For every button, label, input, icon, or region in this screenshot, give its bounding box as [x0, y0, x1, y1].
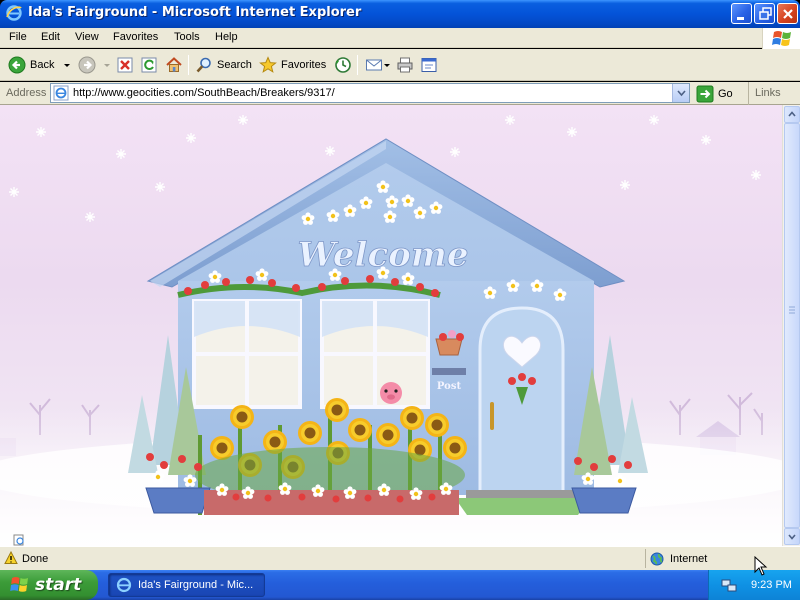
page-content: Welcome Post [0, 105, 782, 546]
close-icon [783, 9, 793, 19]
forward-arrow-icon [78, 56, 96, 74]
network-icon[interactable] [721, 577, 737, 593]
dropdown-arrow-icon [384, 64, 390, 67]
toolbar-separator [357, 55, 358, 75]
fairground-house-illustration: Welcome Post [0, 114, 782, 546]
menu-tools[interactable]: Tools [171, 30, 203, 44]
restore-button[interactable] [754, 3, 775, 24]
favorites-label: Favorites [281, 59, 327, 71]
globe-icon [650, 552, 664, 565]
refresh-button[interactable] [141, 54, 157, 76]
mail-icon [366, 59, 382, 71]
go-label: Go [718, 87, 733, 100]
back-arrow-icon [8, 56, 26, 74]
standard-toolbar: Back Search Favorites [0, 49, 800, 81]
windows-logo-icon [10, 577, 28, 592]
mailbox-label: Post [437, 381, 462, 392]
scroll-thumb[interactable] [784, 123, 800, 528]
refresh-icon [141, 57, 157, 73]
minimize-icon [737, 17, 744, 20]
ie-logo-icon [6, 5, 22, 21]
vertical-scrollbar[interactable] [782, 105, 800, 546]
status-text: Done [22, 553, 49, 565]
address-input[interactable] [73, 87, 663, 99]
menu-file[interactable]: File [6, 30, 30, 44]
window-title-bar[interactable]: Ida's Fairground - Microsoft Internet Ex… [0, 0, 800, 28]
edit-page-icon [421, 58, 437, 72]
ie-logo-icon [116, 577, 132, 593]
printer-icon [397, 57, 413, 73]
grip-icon [789, 306, 795, 314]
pink-pig-character [380, 382, 402, 404]
back-button[interactable]: Back [8, 54, 72, 76]
history-icon [335, 57, 351, 73]
home-button[interactable] [165, 54, 183, 76]
links-button[interactable]: Links [748, 82, 781, 105]
scroll-up-button[interactable] [784, 106, 800, 123]
go-arrow-icon [696, 85, 714, 102]
menu-help[interactable]: Help [212, 30, 241, 44]
search-button[interactable]: Search [195, 54, 252, 76]
mouse-cursor-icon [754, 556, 768, 576]
scroll-down-button[interactable] [784, 528, 800, 545]
dropdown-arrow-icon [64, 64, 71, 67]
address-label: Address [6, 87, 47, 99]
start-label: start [35, 575, 82, 595]
history-button[interactable] [334, 54, 352, 76]
back-label: Back [30, 59, 55, 71]
security-zone[interactable]: Internet [645, 549, 795, 568]
status-bar: Done Internet [0, 546, 800, 570]
right-window [320, 299, 430, 409]
front-door [478, 306, 565, 495]
search-label: Search [217, 59, 252, 71]
stop-button[interactable] [117, 54, 133, 76]
start-button[interactable]: start [0, 570, 98, 600]
page-loading-icon [13, 534, 24, 546]
zone-label: Internet [670, 552, 708, 565]
home-icon [166, 57, 182, 72]
address-bar: Address Go Links [0, 82, 800, 105]
chevron-down-icon [788, 534, 796, 540]
task-label: Ida's Fairground - Mic... [138, 579, 254, 591]
dropdown-arrow-icon [104, 64, 110, 67]
menu-favorites[interactable]: Favorites [110, 30, 161, 44]
warning-icon [4, 551, 18, 564]
left-window [192, 299, 302, 409]
windows-flag-icon [772, 31, 791, 46]
toolbar-separator [188, 55, 189, 75]
star-icon [259, 56, 277, 73]
forward-button[interactable] [78, 54, 112, 76]
menu-edit[interactable]: Edit [38, 30, 63, 44]
favorites-button[interactable]: Favorites [259, 54, 326, 76]
print-button[interactable] [396, 54, 414, 76]
taskbar: start Ida's Fairground - Mic... 9:23 PM [0, 570, 800, 600]
page-ie-icon [53, 85, 69, 101]
address-dropdown-button[interactable] [672, 84, 689, 102]
menu-bar: File Edit View Favorites Tools Help [0, 28, 800, 48]
address-field[interactable] [50, 83, 690, 103]
chevron-down-icon [677, 90, 686, 97]
clock[interactable]: 9:23 PM [751, 579, 792, 591]
edit-button[interactable] [420, 54, 438, 76]
go-button[interactable]: Go [696, 84, 733, 103]
menu-view[interactable]: View [72, 30, 102, 44]
stop-icon [117, 57, 133, 73]
minimize-button[interactable] [731, 3, 752, 24]
window-title: Ida's Fairground - Microsoft Internet Ex… [28, 5, 362, 20]
chevron-up-icon [788, 111, 796, 117]
search-icon [196, 57, 211, 73]
mail-button[interactable] [365, 54, 391, 76]
restore-icon [759, 7, 772, 20]
taskbar-ie-window[interactable]: Ida's Fairground - Mic... [108, 573, 265, 597]
close-button[interactable] [777, 3, 798, 24]
